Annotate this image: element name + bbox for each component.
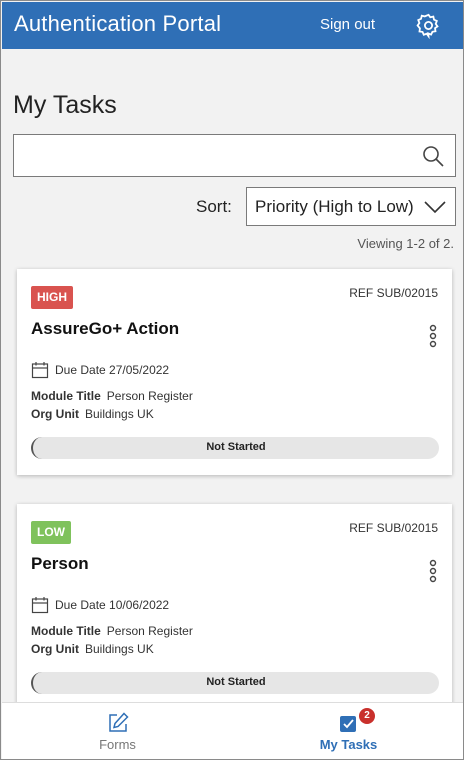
sort-selected-value: Priority (High to Low): [255, 197, 414, 216]
org-unit-row: Org Unit Buildings UK: [31, 407, 154, 421]
module-label: Module Title: [31, 624, 101, 638]
due-value: 10/06/2022: [109, 598, 170, 612]
nav-my-tasks[interactable]: 2 My Tasks: [233, 703, 463, 759]
results-count: Viewing 1-2 of 2.: [357, 236, 454, 251]
due-value: 27/05/2022: [109, 363, 170, 377]
status-progress-bar: Not Started: [31, 672, 439, 694]
search-box: [13, 134, 456, 177]
module-value: Person Register: [106, 389, 193, 403]
nav-my-tasks-label: My Tasks: [319, 737, 378, 752]
module-value: Person Register: [106, 624, 193, 638]
task-card[interactable]: HIGH REF SUB/02015 AssureGo+ Action Due …: [17, 269, 452, 475]
due-label: Due Date: [55, 598, 106, 612]
status-text: Not Started: [206, 441, 266, 453]
ref-value: SUB/02015: [376, 286, 438, 300]
org-label: Org Unit: [31, 407, 79, 421]
notification-badge: 2: [359, 708, 375, 724]
due-date: Due Date 27/05/2022: [31, 361, 169, 379]
more-options-icon[interactable]: [428, 559, 438, 583]
due-label: Due Date: [55, 363, 106, 377]
nav-forms[interactable]: Forms: [2, 703, 233, 759]
task-card[interactable]: LOW REF SUB/02015 Person Due Date 10/06/…: [17, 504, 452, 709]
task-ref: REF SUB/02015: [349, 286, 438, 300]
status-text: Not Started: [206, 676, 266, 688]
ref-label: REF: [349, 521, 374, 535]
org-unit-row: Org Unit Buildings UK: [31, 642, 154, 656]
page-title: My Tasks: [13, 91, 117, 119]
task-title: AssureGo+ Action: [31, 319, 180, 338]
checkbox-icon: [340, 716, 356, 732]
search-input[interactable]: [14, 135, 409, 176]
task-ref: REF SUB/02015: [349, 521, 438, 535]
module-title-row: Module Title Person Register: [31, 624, 193, 638]
calendar-icon: [31, 362, 49, 379]
module-title-row: Module Title Person Register: [31, 389, 193, 403]
nav-forms-label: Forms: [99, 737, 136, 752]
search-icon[interactable]: [421, 144, 445, 168]
org-label: Org Unit: [31, 642, 79, 656]
chevron-down-icon: [424, 201, 446, 214]
org-value: Buildings UK: [85, 642, 154, 656]
priority-badge: LOW: [31, 521, 71, 544]
app-title: Authentication Portal: [14, 11, 222, 36]
calendar-icon: [31, 597, 49, 614]
more-options-icon[interactable]: [428, 324, 438, 348]
app-frame: Authentication Portal Sign out My Tasks …: [0, 0, 464, 760]
app-header: Authentication Portal Sign out: [2, 2, 463, 49]
edit-icon: [109, 712, 129, 732]
ref-value: SUB/02015: [376, 521, 438, 535]
gear-icon[interactable]: [415, 12, 442, 39]
bottom-nav: Forms 2 My Tasks: [2, 702, 463, 759]
priority-badge: HIGH: [31, 286, 73, 309]
sort-select[interactable]: Priority (High to Low): [246, 187, 456, 226]
due-date: Due Date 10/06/2022: [31, 596, 169, 614]
module-label: Module Title: [31, 389, 101, 403]
ref-label: REF: [349, 286, 374, 300]
org-value: Buildings UK: [85, 407, 154, 421]
status-progress-bar: Not Started: [31, 437, 439, 459]
sort-label: Sort:: [196, 197, 232, 216]
task-title: Person: [31, 554, 89, 573]
sign-out-link[interactable]: Sign out: [320, 16, 375, 33]
